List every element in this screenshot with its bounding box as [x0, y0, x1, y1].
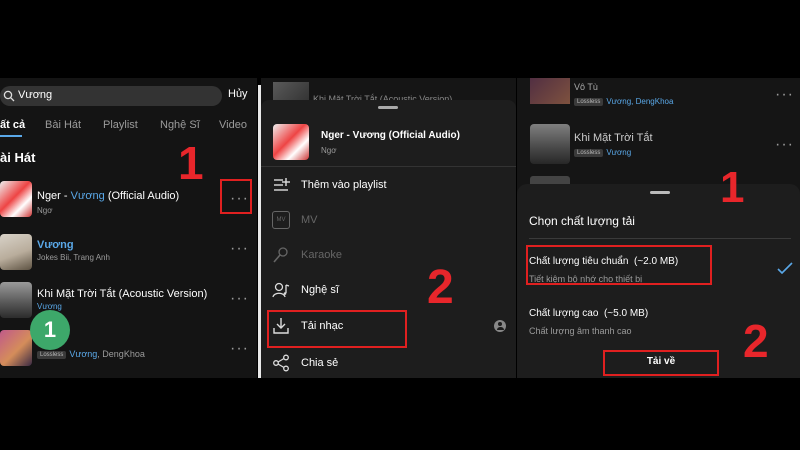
- menu-label: Thêm vào playlist: [301, 179, 387, 191]
- song-title: Vương: [37, 239, 74, 251]
- microphone-icon: [273, 247, 288, 263]
- song-artist: Lossless Vương, DengKhoa: [574, 97, 673, 106]
- song-options-sheet: Khi Mặt Trời Tắt (Acoustic Version) Nger…: [261, 78, 516, 378]
- song-title: Nger - Vương (Official Audio): [37, 190, 180, 202]
- album-art: [273, 124, 309, 160]
- step-number: 2: [427, 261, 454, 314]
- album-art: [0, 181, 32, 217]
- download-quality-panel: Vô Tù Lossless Vương, DengKhoa ··· Khi Mặ…: [517, 78, 800, 378]
- search-input[interactable]: Vương: [0, 86, 222, 106]
- menu-label: Karaoke: [301, 249, 342, 261]
- annotation-highlight: [267, 310, 407, 348]
- sheet-title: Chọn chất lượng tải: [529, 214, 635, 228]
- drag-handle[interactable]: [650, 191, 670, 194]
- divider: [529, 238, 791, 239]
- more-options-icon[interactable]: ···: [775, 86, 794, 104]
- menu-label: Chia sẻ: [301, 357, 339, 369]
- share-icon: [273, 354, 289, 372]
- active-tab-indicator: [0, 135, 22, 137]
- option-label: Chất lượng cao (~5.0 MB): [529, 308, 649, 319]
- song-artist: Jokes Bii, Trang Anh: [37, 253, 110, 262]
- more-options-icon[interactable]: ···: [775, 136, 794, 154]
- artist-icon: [272, 282, 290, 298]
- divider: [261, 166, 516, 167]
- tab-artists[interactable]: Nghệ Sĩ: [160, 119, 200, 131]
- search-results-panel: Vương Hủy ất cả Bài Hát Playlist Nghệ Sĩ…: [0, 78, 257, 378]
- more-options-icon[interactable]: ···: [230, 290, 249, 308]
- step-number: 1: [178, 137, 204, 189]
- checkmark-icon: [777, 262, 793, 274]
- album-art: [0, 282, 32, 318]
- song-artist: Lossless Vương: [574, 148, 631, 157]
- song-artist: Ngơ: [321, 146, 337, 155]
- tab-playlist[interactable]: Playlist: [103, 119, 138, 131]
- tab-all[interactable]: ất cả: [0, 119, 25, 131]
- menu-label: MV: [301, 214, 318, 226]
- annotation-highlight: [603, 350, 719, 376]
- more-options-icon[interactable]: ···: [230, 240, 249, 258]
- search-value: Vương: [18, 89, 53, 101]
- account-icon: [494, 320, 506, 332]
- drag-handle[interactable]: [378, 106, 398, 109]
- song-artist: Lossless Vương, DengKhoa: [37, 349, 145, 359]
- step-number: 2: [743, 315, 769, 367]
- tab-songs[interactable]: Bài Hát: [45, 119, 81, 131]
- album-art: [530, 124, 570, 164]
- step-number: 1: [720, 163, 745, 212]
- more-options-icon[interactable]: ···: [230, 340, 249, 358]
- annotation-highlight: [220, 179, 252, 214]
- song-title: Khi Mặt Trời Tắt (Acoustic Version): [37, 288, 208, 300]
- album-art: [530, 78, 570, 104]
- menu-label: Nghệ sĩ: [301, 284, 339, 296]
- option-description: Chất lượng âm thanh cao: [529, 326, 632, 336]
- song-title: Nger - Vương (Official Audio): [321, 130, 460, 141]
- section-title: ài Hát: [0, 150, 36, 165]
- add-playlist-icon: [274, 178, 290, 191]
- search-icon: [3, 90, 15, 102]
- background-song-title: Vô Tù: [574, 82, 598, 92]
- song-artist: Ngơ: [37, 206, 53, 215]
- tab-video[interactable]: Video: [219, 119, 247, 131]
- annotation-highlight: [526, 245, 712, 285]
- cancel-button[interactable]: Hủy: [228, 88, 248, 100]
- mv-icon: MV: [272, 211, 290, 229]
- album-art: [0, 234, 32, 270]
- album-art: [0, 330, 32, 366]
- background-song-title: Khi Mặt Trời Tắt: [574, 132, 653, 144]
- step-circle-badge: 1: [30, 310, 70, 350]
